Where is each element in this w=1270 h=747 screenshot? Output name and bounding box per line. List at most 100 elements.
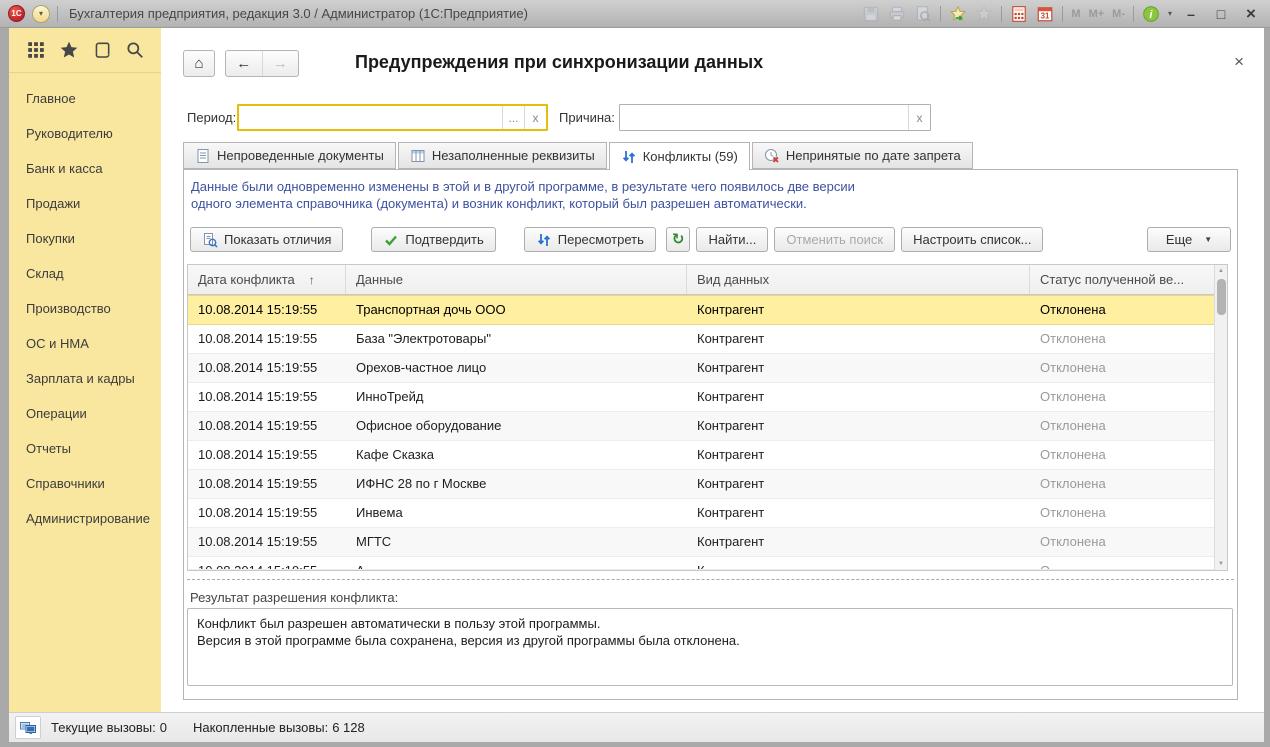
home-button[interactable]: ⌂	[183, 50, 215, 77]
chevron-down-icon: ▼	[1204, 235, 1212, 244]
cancel-search-button[interactable]: Отменить поиск	[774, 227, 895, 252]
tab-unfilled-attributes[interactable]: Незаполненные реквизиты	[398, 142, 607, 169]
period-choose-button[interactable]: ...	[502, 106, 524, 129]
sidebar-item[interactable]: ОС и НМА	[9, 326, 161, 361]
document-icon	[195, 148, 211, 164]
sidebar-item[interactable]: Производство	[9, 291, 161, 326]
tab-rejected-by-date[interactable]: Непринятые по дате запрета	[752, 142, 973, 169]
conflicts-table: Дата конфликта ↑ Данные Вид данных Стату…	[187, 264, 1228, 571]
titlebar-separator	[1062, 6, 1063, 22]
cell-status: Отклонена	[1030, 383, 1214, 411]
reason-input[interactable]	[620, 105, 908, 130]
favorites-icon[interactable]	[975, 5, 993, 23]
cell-data: ИФНС 28 по г Москве	[346, 470, 687, 498]
maximize-button[interactable]: □	[1210, 5, 1232, 23]
vertical-scrollbar[interactable]: ▲ ▼	[1214, 265, 1227, 570]
add-favorite-icon[interactable]	[949, 5, 967, 23]
calculator-icon[interactable]	[1010, 5, 1028, 23]
sidebar-item[interactable]: Главное	[9, 81, 161, 116]
result-text-area[interactable]: Конфликт был разрешен автоматически в по…	[187, 608, 1233, 686]
info-caret-icon[interactable]: ▾	[1168, 9, 1172, 18]
refresh-button[interactable]: ↻	[666, 227, 691, 252]
confirm-button[interactable]: Подтвердить	[371, 227, 495, 252]
sidebar-item[interactable]: Справочники	[9, 466, 161, 501]
conflict-icon	[621, 149, 637, 165]
table-row[interactable]: 10.08.2014 15:19:55База "Электротовары"К…	[188, 325, 1214, 354]
server-calls-icon	[15, 716, 41, 739]
cell-date: 10.08.2014 15:19:55	[188, 499, 346, 527]
calendar-icon[interactable]: 31	[1036, 5, 1054, 23]
column-header-date[interactable]: Дата конфликта ↑	[188, 265, 346, 294]
print-icon[interactable]	[888, 5, 906, 23]
sidebar-item[interactable]: Банк и касса	[9, 151, 161, 186]
column-header-kind[interactable]: Вид данных	[687, 265, 1030, 294]
table-row[interactable]: 10.08.2014 15:19:55Транспортная дочь ООО…	[188, 295, 1214, 325]
cell-kind: Контрагент	[687, 296, 1030, 324]
diff-icon	[202, 232, 218, 248]
memory-m-plus-button[interactable]: M+	[1089, 8, 1105, 20]
table-row[interactable]: 10.08.2014 15:19:55МГТСКонтрагентОтклоне…	[188, 528, 1214, 557]
search-icon[interactable]	[125, 40, 145, 60]
titlebar: 1С ▾ Бухгалтерия предприятия, редакция 3…	[0, 0, 1270, 28]
period-clear-button[interactable]: x	[524, 106, 546, 129]
save-icon[interactable]	[862, 5, 880, 23]
sidebar-item[interactable]: Зарплата и кадры	[9, 361, 161, 396]
find-button[interactable]: Найти...	[696, 227, 768, 252]
titlebar-separator	[57, 6, 58, 22]
memory-m-minus-button[interactable]: M-	[1112, 8, 1125, 20]
memory-m-button[interactable]: M	[1071, 8, 1080, 20]
table-row[interactable]: 10.08.2014 15:19:55Орехов-частное лицоКо…	[188, 354, 1214, 383]
sidebar-item[interactable]: Продажи	[9, 186, 161, 221]
scrollbar-thumb[interactable]	[1217, 279, 1226, 315]
show-differences-button[interactable]: Показать отличия	[190, 227, 343, 252]
table-row[interactable]: 10.08.2014 15:19:55Кафе СказкаКонтрагент…	[188, 441, 1214, 470]
svg-text:31: 31	[1041, 11, 1050, 20]
column-header-data[interactable]: Данные	[346, 265, 687, 294]
more-button[interactable]: Еще ▼	[1147, 227, 1231, 252]
table-row[interactable]: 10.08.2014 15:19:55ИнноТрейдКонтрагентОт…	[188, 383, 1214, 412]
configure-list-button[interactable]: Настроить список...	[901, 227, 1043, 252]
tab-conflicts[interactable]: Конфликты (59)	[609, 142, 750, 170]
table-row[interactable]: 10.08.2014 15:19:55ИнвемаКонтрагентОткло…	[188, 499, 1214, 528]
minimize-button[interactable]: –	[1180, 5, 1202, 23]
close-button[interactable]: ×	[1240, 5, 1262, 23]
review-button[interactable]: Пересмотреть	[524, 227, 656, 252]
history-icon[interactable]	[92, 40, 112, 60]
reason-label: Причина:	[559, 104, 615, 131]
sidebar-item[interactable]: Склад	[9, 256, 161, 291]
sidebar-item[interactable]: Покупки	[9, 221, 161, 256]
sidebar-item[interactable]: Операции	[9, 396, 161, 431]
clock-forbidden-icon	[764, 148, 780, 164]
table-row[interactable]: 10.08.2014 15:19:55Офисное оборудованиеК…	[188, 412, 1214, 441]
content-area: ⌂ ← → Предупреждения при синхронизации д…	[161, 28, 1264, 712]
sections-menu-icon[interactable]	[26, 40, 46, 60]
favorites-panel-icon[interactable]	[59, 40, 79, 60]
column-header-status[interactable]: Статус полученной ве...	[1030, 265, 1214, 294]
print-preview-icon[interactable]	[914, 5, 932, 23]
sidebar-item[interactable]: Отчеты	[9, 431, 161, 466]
reason-clear-button[interactable]: x	[908, 105, 930, 130]
sidebar-item[interactable]: Администрирование	[9, 501, 161, 536]
info-icon[interactable]: i	[1142, 5, 1160, 23]
sidebar-item[interactable]: Руководителю	[9, 116, 161, 151]
table-header: Дата конфликта ↑ Данные Вид данных Стату…	[188, 265, 1214, 295]
table-row[interactable]: 10.08.2014 15:19:55АКО	[188, 557, 1214, 570]
period-input[interactable]	[239, 106, 502, 129]
table-row[interactable]: 10.08.2014 15:19:55ИФНС 28 по г МосквеКо…	[188, 470, 1214, 499]
titlebar-separator	[1001, 6, 1002, 22]
system-menu-button[interactable]: ▾	[32, 5, 50, 23]
tab-unposted-documents[interactable]: Непроведенные документы	[183, 142, 396, 169]
info-text: Данные были одновременно изменены в этой…	[191, 178, 855, 212]
result-label: Результат разрешения конфликта:	[190, 590, 398, 605]
scroll-up-icon[interactable]: ▲	[1215, 268, 1227, 274]
splitter-handle[interactable]	[187, 579, 1234, 583]
cell-status: Отклонена	[1030, 441, 1214, 469]
back-button[interactable]: ←	[226, 51, 262, 76]
cell-data: Офисное оборудование	[346, 412, 687, 440]
cell-kind: Контрагент	[687, 412, 1030, 440]
cell-status: Отклонена	[1030, 528, 1214, 556]
forward-button[interactable]: →	[262, 51, 299, 76]
form-close-icon[interactable]: ×	[1234, 54, 1244, 70]
scroll-down-icon[interactable]: ▼	[1215, 561, 1227, 567]
table-rows: 10.08.2014 15:19:55Транспортная дочь ООО…	[188, 295, 1214, 570]
